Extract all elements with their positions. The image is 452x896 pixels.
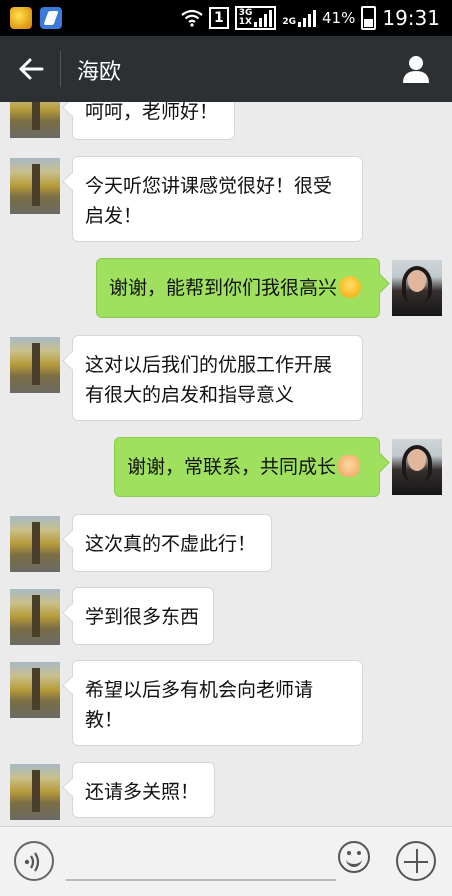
handshake-emoji-icon: [338, 455, 361, 477]
chat-header: 海欧: [0, 36, 452, 102]
contact-avatar[interactable]: [10, 764, 60, 820]
message-bubble[interactable]: 谢谢，能帮到你们我很高兴: [96, 258, 380, 318]
contact-avatar[interactable]: [10, 589, 60, 645]
smiley-icon[interactable]: [338, 841, 370, 873]
header-divider: [60, 51, 61, 87]
message-bubble[interactable]: 呵呵，老师好！: [72, 102, 235, 140]
plus-icon[interactable]: [396, 841, 436, 881]
message-list[interactable]: 呵呵，老师好！ 今天听您讲课感觉很好！很受启发！ 谢谢，能帮到你们我很高兴 这对…: [0, 102, 452, 826]
network-2g-label: 2G: [282, 17, 297, 27]
cleaner-notification-icon: [40, 7, 62, 29]
contact-avatar[interactable]: [10, 337, 60, 393]
contact-avatar[interactable]: [10, 662, 60, 718]
chat-title: 海欧: [77, 60, 122, 85]
input-bar: [0, 826, 452, 896]
message-bubble[interactable]: 希望以后多有机会向老师请教！: [72, 660, 363, 746]
contact-avatar[interactable]: [10, 158, 60, 214]
person-icon[interactable]: [402, 54, 430, 84]
contact-avatar[interactable]: [10, 102, 60, 138]
sim-slot-indicator: 1: [208, 7, 229, 29]
message-bubble[interactable]: 还请多关照！: [72, 762, 215, 818]
message-bubble[interactable]: 这次真的不虚此行！: [72, 514, 272, 572]
message-bubble[interactable]: 今天听您讲课感觉很好！很受启发！: [72, 156, 363, 242]
signal-bars-icon: [254, 9, 273, 27]
network-1x-label: 1X: [238, 17, 252, 27]
battery-percent: 41%: [322, 9, 356, 27]
message-bubble[interactable]: 学到很多东西: [72, 587, 214, 645]
voice-icon[interactable]: [14, 841, 54, 881]
grin-emoji-icon: [339, 276, 362, 298]
clock: 19:31: [382, 6, 440, 30]
network-2g-indicator: 2G: [282, 9, 317, 27]
my-avatar[interactable]: [392, 260, 442, 316]
network-3g-indicator: 3G 1X: [234, 6, 277, 30]
contact-avatar[interactable]: [10, 516, 60, 572]
message-bubble[interactable]: 谢谢，常联系，共同成长: [114, 437, 380, 497]
message-text: 谢谢，常联系，共同成长: [127, 456, 337, 478]
battery-icon: [361, 6, 377, 30]
message-input[interactable]: [66, 879, 336, 881]
my-avatar[interactable]: [392, 439, 442, 495]
message-text: 谢谢，能帮到你们我很高兴: [109, 277, 338, 299]
wifi-icon: [181, 9, 203, 27]
signal-bars-2g-icon: [298, 9, 317, 27]
message-bubble[interactable]: 这对以后我们的优服工作开展有很大的启发和指导意义: [72, 335, 363, 421]
arrow-left-icon[interactable]: [18, 56, 44, 82]
app-notification-icon: [10, 7, 32, 29]
status-indicators: 1 3G 1X 2G 41% 19:31: [181, 4, 440, 32]
notification-icons: [10, 7, 62, 29]
status-bar: 1 3G 1X 2G 41% 19:31: [0, 0, 452, 36]
